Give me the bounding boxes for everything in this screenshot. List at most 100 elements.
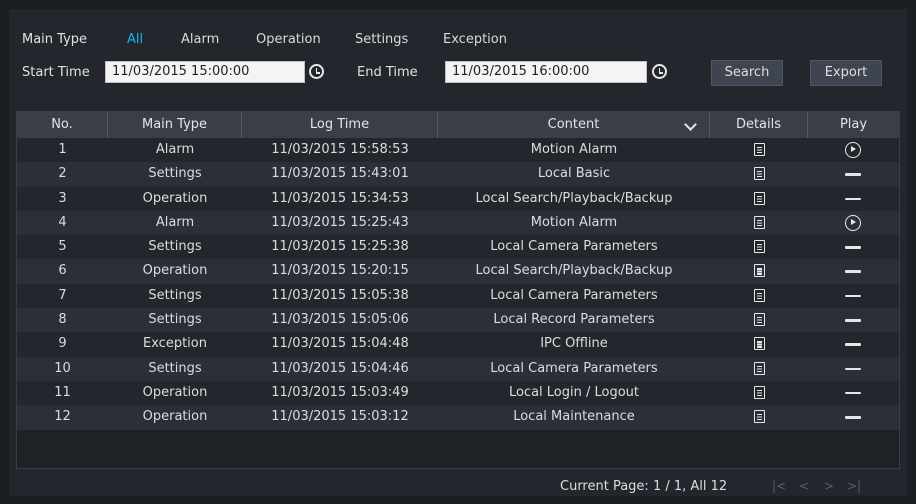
col-main-type: Main Type <box>108 112 242 138</box>
cell-content: Local Maintenance <box>513 409 635 425</box>
table-row[interactable]: 2 Settings 11/03/2015 15:43:01 Local Basic <box>17 162 899 187</box>
cell-content: Local Basic <box>537 166 611 182</box>
main-type-label: Main Type <box>22 32 88 47</box>
first-page-icon[interactable]: |< <box>772 479 786 493</box>
cell-content: Local Camera Parameters <box>490 360 658 376</box>
cell-no: 3 <box>58 190 67 206</box>
end-time-clock-icon[interactable] <box>652 64 667 79</box>
details-icon[interactable] <box>754 288 765 302</box>
table-body: 1 Alarm 11/03/2015 15:58:53 Motion Alarm 2 Se… <box>17 138 899 430</box>
table-row[interactable]: 3 Operation 11/03/2015 15:34:53 Local Searc… <box>17 186 899 211</box>
cell-main-type: Settings <box>148 239 202 255</box>
col-content-label: Content <box>547 117 600 132</box>
type-option-exception[interactable]: Exception <box>443 32 507 47</box>
details-icon[interactable] <box>754 191 765 205</box>
cell-log-time: 11/03/2015 15:25:43 <box>271 214 409 230</box>
cell-content: Motion Alarm <box>530 142 618 157</box>
cell-main-type: Settings <box>148 166 202 182</box>
content-filter-dropdown-icon[interactable] <box>682 116 700 134</box>
cell-content: Motion Alarm <box>530 214 618 230</box>
cell-no: 12 <box>54 409 71 425</box>
cell-no: 7 <box>58 287 67 303</box>
details-icon[interactable] <box>754 143 765 156</box>
table-row[interactable]: 1 Alarm 11/03/2015 15:58:53 Motion Alarm <box>17 138 899 163</box>
cell-main-type: Alarm <box>155 142 195 157</box>
cell-main-type: Operation <box>142 190 208 206</box>
cell-main-type: Alarm <box>155 214 195 230</box>
table-header: No. Main Type Log Time Content Details P… <box>17 112 899 138</box>
export-button[interactable]: Export <box>810 60 882 86</box>
details-icon[interactable] <box>754 167 765 181</box>
end-time-input[interactable]: 11/03/2015 16:00:00 <box>445 61 647 83</box>
prev-page-icon[interactable]: < <box>799 479 809 493</box>
no-playback-dash-icon <box>845 173 861 176</box>
details-icon[interactable] <box>754 385 765 399</box>
type-option-all[interactable]: All <box>127 32 143 47</box>
cell-no: 5 <box>58 239 67 255</box>
col-log-time: Log Time <box>242 112 438 138</box>
cell-main-type: Exception <box>143 336 207 352</box>
details-icon[interactable] <box>754 410 765 424</box>
cell-log-time: 11/03/2015 15:20:15 <box>271 263 409 279</box>
table-row[interactable]: 12 Operation 11/03/2015 15:03:12 Local Main… <box>17 405 899 430</box>
no-playback-dash-icon <box>845 294 861 298</box>
no-playback-dash-icon <box>845 367 861 371</box>
cell-content: Local Login / Logout <box>508 384 640 400</box>
search-button[interactable]: Search <box>711 60 783 86</box>
cell-no: 10 <box>54 360 71 376</box>
no-playback-dash-icon <box>845 319 861 322</box>
page-info: Current Page: 1 / 1, All 12 <box>560 479 728 494</box>
play-icon[interactable] <box>845 142 861 158</box>
play-icon[interactable] <box>845 214 861 231</box>
table-row[interactable]: 9 Exception 11/03/2015 15:04:48 IPC Offline <box>17 332 899 357</box>
cell-content: Local Record Parameters <box>493 312 655 328</box>
table-row[interactable]: 6 Operation 11/03/2015 15:20:15 Local Searc… <box>17 259 899 284</box>
table-row[interactable]: 8 Settings 11/03/2015 15:05:06 Local Record… <box>17 308 899 333</box>
table-row[interactable]: 7 Settings 11/03/2015 15:05:38 Local Camera… <box>17 283 899 309</box>
table-row[interactable]: 11 Operation 11/03/2015 15:03:49 Local Logi… <box>17 380 899 406</box>
table-row[interactable]: 10 Settings 11/03/2015 15:04:46 Local Camer… <box>17 356 899 381</box>
last-page-icon[interactable]: >| <box>847 479 861 493</box>
cell-no: 2 <box>58 166 67 182</box>
log-table: No. Main Type Log Time Content Details P… <box>16 111 900 469</box>
no-playback-dash-icon <box>845 416 861 419</box>
details-icon[interactable] <box>754 240 765 254</box>
cell-log-time: 11/03/2015 15:04:46 <box>271 360 409 376</box>
no-playback-dash-icon <box>845 391 861 395</box>
cell-log-time: 11/03/2015 15:25:38 <box>271 239 409 255</box>
cell-content: Local Camera Parameters <box>490 287 658 303</box>
details-icon[interactable] <box>754 337 765 351</box>
cell-content: Local Camera Parameters <box>490 239 658 255</box>
start-time-label: Start Time <box>22 65 90 80</box>
cell-no: 4 <box>58 214 67 230</box>
no-playback-dash-icon <box>845 246 861 249</box>
cell-content: Local Search/Playback/Backup <box>475 263 673 279</box>
cell-main-type: Operation <box>142 263 208 279</box>
start-time-input[interactable]: 11/03/2015 15:00:00 <box>105 61 305 83</box>
cell-log-time: 11/03/2015 15:05:38 <box>271 287 409 303</box>
table-row[interactable]: 4 Alarm 11/03/2015 15:25:43 Motion Alarm <box>17 210 899 236</box>
no-playback-dash-icon <box>845 343 861 346</box>
start-time-clock-icon[interactable] <box>309 64 324 79</box>
cell-main-type: Operation <box>142 384 208 400</box>
log-search-panel: Main Type All Alarm Operation Settings E… <box>9 9 907 496</box>
next-page-icon[interactable]: > <box>824 479 834 493</box>
cell-content: Local Search/Playback/Backup <box>475 190 673 206</box>
type-option-operation[interactable]: Operation <box>256 32 321 47</box>
table-row[interactable]: 5 Settings 11/03/2015 15:25:38 Local Camera… <box>17 235 899 260</box>
cell-main-type: Settings <box>148 360 202 376</box>
details-icon[interactable] <box>754 361 765 375</box>
no-playback-dash-icon <box>845 197 861 201</box>
cell-no: 8 <box>58 312 67 328</box>
details-icon[interactable] <box>754 313 765 327</box>
type-option-settings[interactable]: Settings <box>355 32 408 47</box>
details-icon[interactable] <box>754 215 765 229</box>
cell-log-time: 11/03/2015 15:03:49 <box>271 384 409 400</box>
cell-log-time: 11/03/2015 15:04:48 <box>271 336 409 352</box>
col-no: No. <box>17 112 108 138</box>
cell-log-time: 11/03/2015 15:34:53 <box>271 190 409 206</box>
type-option-alarm[interactable]: Alarm <box>181 32 219 47</box>
cell-no: 11 <box>54 384 71 400</box>
cell-log-time: 11/03/2015 15:03:12 <box>271 409 409 425</box>
details-icon[interactable] <box>754 264 765 278</box>
